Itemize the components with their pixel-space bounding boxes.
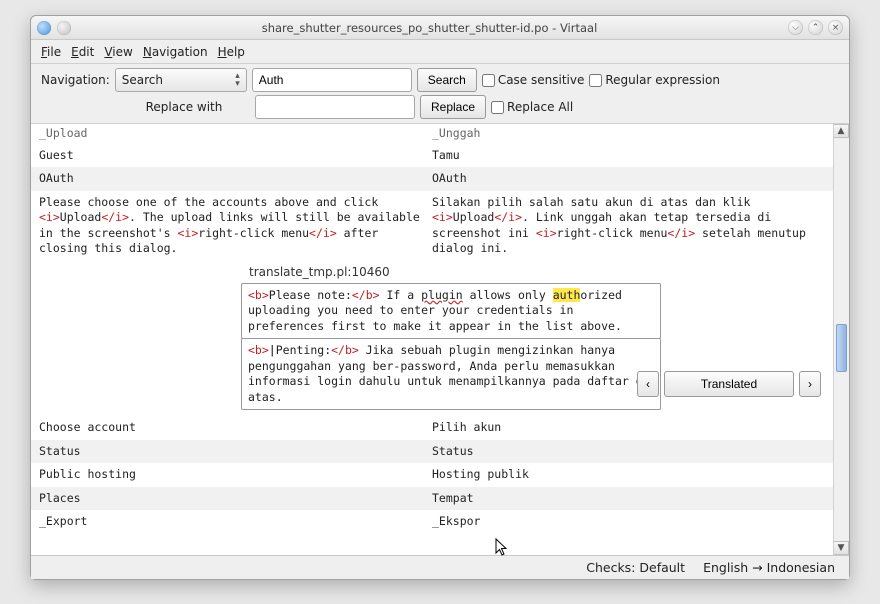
titlebar: share_shutter_resources_po_shutter_shutt… <box>31 16 849 40</box>
checks-status[interactable]: Checks: Default <box>586 560 685 575</box>
language-pair[interactable]: English → Indonesian <box>703 560 835 575</box>
menubar: File Edit View Navigation Help <box>31 40 849 64</box>
replace-button[interactable]: Replace <box>420 95 486 119</box>
navigation-mode-combo[interactable]: Search ▴▾ <box>115 68 247 92</box>
table-row[interactable]: Public hosting Hosting publik <box>31 463 833 487</box>
table-row[interactable]: Choose account Pilih akun <box>31 416 833 440</box>
mark-translated-button[interactable]: Translated <box>664 371 794 397</box>
scroll-down-icon[interactable]: ▼ <box>834 541 849 555</box>
table-row[interactable]: Please choose one of the accounts above … <box>31 191 833 261</box>
scroll-up-icon[interactable]: ▲ <box>834 124 849 138</box>
table-row[interactable]: _Upload _Unggah <box>31 124 833 144</box>
minimize-button[interactable]: ⌵ <box>788 20 803 35</box>
app-icon <box>37 21 51 35</box>
navigation-mode-value: Search <box>122 73 163 87</box>
statusbar: Checks: Default English → Indonesian <box>31 555 849 579</box>
table-row[interactable]: Places Tempat <box>31 487 833 511</box>
translation-list[interactable]: _Upload _Unggah Guest Tamu OAuth OAuth P… <box>31 124 833 555</box>
menu-navigation[interactable]: Navigation <box>143 45 208 59</box>
navigation-label: Navigation: <box>41 73 110 87</box>
titlebar-menu-icon[interactable] <box>57 21 71 35</box>
replace-input[interactable] <box>255 95 415 119</box>
unit-location: translate_tmp.pl:10460 <box>241 263 661 283</box>
window-title: share_shutter_resources_po_shutter_shutt… <box>71 21 788 35</box>
next-unit-button[interactable]: › <box>799 371 821 397</box>
replace-all-checkbox[interactable]: Replace All <box>491 100 573 114</box>
regex-checkbox[interactable]: Regular expression <box>589 73 720 87</box>
menu-help[interactable]: Help <box>218 45 245 59</box>
vertical-scrollbar[interactable]: ▲ ▼ <box>833 124 849 555</box>
case-sensitive-checkbox[interactable]: Case sensitive <box>482 73 585 87</box>
source-text-box[interactable]: <b>Please note:</b> If a plugin allows o… <box>241 283 661 340</box>
close-button[interactable]: × <box>828 20 843 35</box>
search-input[interactable] <box>252 68 412 92</box>
table-row[interactable]: Status Status <box>31 440 833 464</box>
menu-file[interactable]: File <box>41 45 61 59</box>
menu-view[interactable]: View <box>104 45 132 59</box>
search-toolbar: Navigation: Search ▴▾ Search Case sensit… <box>31 64 849 124</box>
scrollbar-thumb[interactable] <box>836 324 847 372</box>
menu-edit[interactable]: Edit <box>71 45 94 59</box>
table-row[interactable]: _Export _Ekspor <box>31 510 833 534</box>
search-button[interactable]: Search <box>417 68 477 92</box>
table-row[interactable]: Guest Tamu <box>31 144 833 168</box>
combo-arrows-icon: ▴▾ <box>235 72 240 88</box>
replace-with-label: Replace with <box>118 100 250 114</box>
prev-unit-button[interactable]: ‹ <box>637 371 659 397</box>
table-row[interactable]: OAuth OAuth <box>31 167 833 191</box>
target-text-box[interactable]: <b>|Penting:</b> Jika sebuah plugin meng… <box>241 338 661 410</box>
maximize-button[interactable]: ⌃ <box>808 20 823 35</box>
